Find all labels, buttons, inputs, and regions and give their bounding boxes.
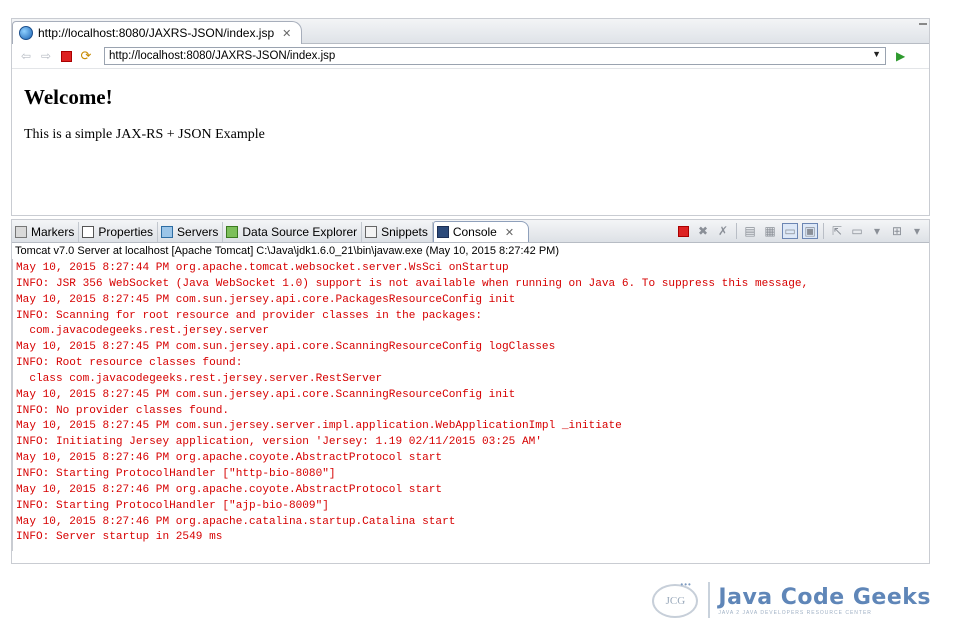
refresh-icon[interactable]: ⟳ — [78, 48, 94, 64]
stop-button[interactable] — [58, 48, 74, 64]
console-line: INFO: Starting ProtocolHandler ["http-bi… — [16, 467, 336, 480]
console-line: May 10, 2015 8:27:44 PM org.apache.tomca… — [16, 262, 509, 274]
console-line: May 10, 2015 8:27:46 PM org.apache.coyot… — [16, 483, 443, 496]
back-arrow-icon[interactable]: ⇦ — [18, 48, 34, 64]
page-content: Welcome! This is a simple JAX-RS + JSON … — [12, 69, 929, 159]
jcg-logo-icon: JCG ••• — [650, 580, 706, 620]
tab-label: Snippets — [381, 225, 428, 239]
url-text: http://localhost:8080/JAXRS-JSON/index.j… — [109, 50, 336, 62]
console-line: INFO: No provider classes found. — [16, 404, 230, 417]
data-source-icon — [226, 226, 239, 238]
chevron-down-icon[interactable]: ▾ — [869, 223, 885, 239]
jcg-logo-text: JCG — [652, 584, 699, 618]
tab-snippets[interactable]: Snippets — [362, 222, 433, 242]
remove-launch-icon[interactable]: ✖ — [695, 223, 711, 239]
close-icon[interactable]: ✕ — [505, 226, 514, 239]
brand-name: Java Code Geeks — [718, 584, 931, 610]
console-line: May 10, 2015 8:27:45 PM com.sun.jersey.a… — [16, 293, 516, 306]
console-view: Markers Properties Servers Data Source E… — [11, 219, 930, 564]
console-line: INFO: Starting ProtocolHandler ["ajp-bio… — [16, 499, 329, 512]
tab-data-source-explorer[interactable]: Data Source Explorer — [223, 222, 363, 242]
remove-all-icon[interactable]: ✗ — [715, 223, 731, 239]
pin-console-icon[interactable]: ⇱ — [829, 223, 845, 239]
console-process-label: Tomcat v7.0 Server at localhost [Apache … — [12, 243, 929, 259]
markers-icon — [15, 226, 27, 238]
dots-icon: ••• — [680, 580, 692, 589]
page-text: This is a simple JAX-RS + JSON Example — [24, 127, 265, 142]
toolbar-separator — [736, 223, 737, 239]
console-line: May 10, 2015 8:27:46 PM org.apache.catal… — [16, 515, 456, 528]
servers-icon — [161, 226, 174, 238]
brand-tagline: JAVA 2 JAVA DEVELOPERS RESOURCE CENTER — [718, 609, 872, 616]
internal-browser: http://localhost:8080/JAXRS-JSON/index.j… — [11, 18, 930, 216]
tab-label: Data Source Explorer — [242, 225, 358, 239]
url-input[interactable]: http://localhost:8080/JAXRS-JSON/index.j… — [104, 47, 886, 65]
properties-icon — [82, 226, 95, 238]
console-output[interactable]: May 10, 2015 8:27:44 PM org.apache.tomca… — [12, 259, 929, 551]
view-tab-bar: Markers Properties Servers Data Source E… — [12, 220, 929, 243]
page-heading: Welcome! — [24, 85, 113, 109]
browser-tab[interactable]: http://localhost:8080/JAXRS-JSON/index.j… — [12, 21, 303, 44]
console-icon — [436, 226, 449, 238]
console-line: INFO: Server startup in 2549 ms — [16, 531, 223, 544]
forward-arrow-icon[interactable]: ⇨ — [38, 48, 54, 64]
show-on-error-icon[interactable]: ▣ — [802, 223, 818, 239]
chevron-down-icon[interactable]: ▾ — [909, 223, 925, 239]
show-on-output-icon[interactable]: ▭ — [782, 223, 798, 239]
console-line: INFO: JSR 356 WebSocket (Java WebSocket … — [16, 277, 809, 290]
scroll-lock-icon[interactable]: ▦ — [762, 223, 778, 239]
tab-label: Markers — [31, 225, 75, 239]
console-line: com.javacodegeeks.rest.jersey.server — [16, 325, 269, 338]
tab-console[interactable]: Console ✕ — [432, 221, 530, 242]
browser-tab-title: http://localhost:8080/JAXRS-JSON/index.j… — [38, 26, 275, 40]
console-toolbar: ✖ ✗ ▤ ▦ ▭ ▣ ⇱ ▭ ▾ ⊞ ▾ — [671, 223, 925, 239]
console-line: class com.javacodegeeks.rest.jersey.serv… — [16, 372, 383, 385]
console-line: INFO: Scanning for root resource and pro… — [16, 309, 483, 322]
console-line: May 10, 2015 8:27:46 PM org.apache.coyot… — [16, 452, 443, 465]
java-code-geeks-watermark: JCG ••• Java Code Geeks JAVA 2 JAVA DEVE… — [650, 580, 931, 620]
terminate-button[interactable] — [675, 223, 691, 239]
open-console-icon[interactable]: ⊞ — [889, 223, 905, 239]
brand-block: Java Code Geeks JAVA 2 JAVA DEVELOPERS R… — [718, 585, 931, 616]
console-line: May 10, 2015 8:27:45 PM com.sun.jersey.s… — [16, 420, 622, 433]
snippets-icon — [365, 226, 378, 238]
go-icon[interactable]: ▶ — [896, 49, 905, 63]
minimize-icon[interactable] — [919, 23, 927, 25]
tab-label: Console — [452, 225, 497, 239]
console-line: May 10, 2015 8:27:45 PM com.sun.jersey.a… — [16, 388, 516, 401]
clear-console-icon[interactable]: ▤ — [742, 223, 758, 239]
divider — [708, 582, 711, 618]
stop-icon — [677, 225, 689, 237]
chevron-down-icon[interactable]: ▼ — [872, 49, 881, 59]
display-console-icon[interactable]: ▭ — [849, 223, 865, 239]
tab-properties[interactable]: Properties — [79, 222, 159, 242]
tab-label: Servers — [177, 225, 219, 239]
toolbar-separator — [823, 223, 824, 239]
console-line: May 10, 2015 8:27:45 PM com.sun.jersey.a… — [16, 341, 556, 354]
console-line: INFO: Initiating Jersey application, ver… — [16, 436, 542, 449]
tab-markers[interactable]: Markers — [12, 222, 80, 242]
editor-tab-bar: http://localhost:8080/JAXRS-JSON/index.j… — [12, 19, 929, 44]
tab-servers[interactable]: Servers — [158, 222, 224, 242]
console-line: INFO: Root resource classes found: — [16, 357, 243, 370]
browser-toolbar: ⇦ ⇨ ⟳ http://localhost:8080/JAXRS-JSON/i… — [12, 44, 929, 69]
globe-icon — [19, 26, 33, 40]
tab-label: Properties — [98, 225, 154, 239]
stop-icon — [60, 50, 72, 62]
close-icon[interactable]: ✕ — [282, 27, 291, 40]
